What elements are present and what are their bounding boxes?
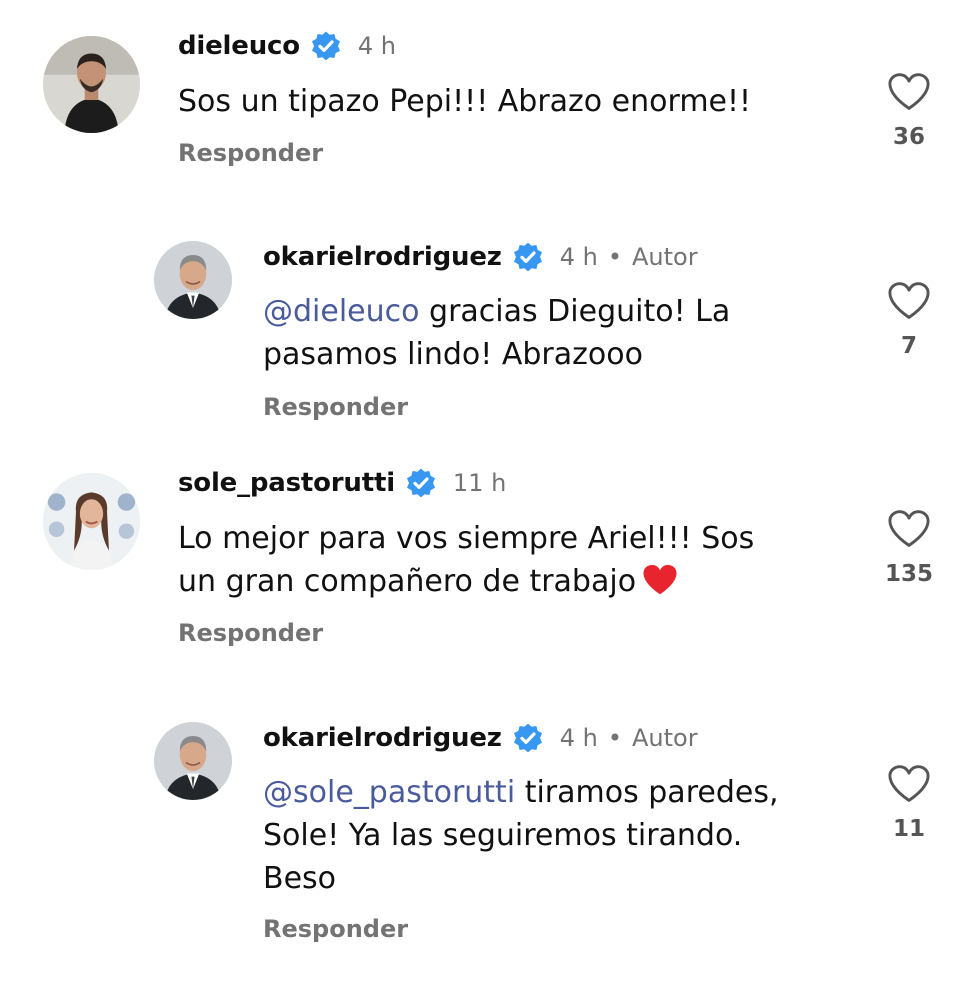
separator-dot: • — [607, 724, 622, 752]
like-group: 36 — [869, 72, 949, 150]
like-group: 7 — [869, 281, 949, 359]
woman-long-hair-avatar-icon — [43, 473, 140, 570]
comment-text-line: un gran compañero de trabajo — [178, 564, 637, 599]
verified-badge-icon — [512, 241, 544, 273]
reply-button[interactable]: Responder — [178, 619, 323, 647]
like-group: 11 — [869, 764, 949, 842]
mention-link[interactable]: @dieleuco — [263, 294, 420, 329]
author-label: Autor — [631, 724, 698, 752]
author-label: Autor — [631, 243, 698, 271]
comment-text-line: pasamos lindo! Abrazooo — [263, 337, 643, 372]
like-group: 135 — [869, 509, 949, 587]
comment-text: Lo mejor para vos siempre Ariel!!! Sos u… — [178, 517, 754, 603]
comment-text-line: tiramos paredes, — [515, 775, 779, 810]
comment-text-line: Beso — [263, 861, 337, 896]
reply-button[interactable]: Responder — [263, 915, 408, 943]
avatar[interactable] — [154, 241, 232, 319]
timestamp: 11 h — [452, 469, 507, 497]
verified-badge-icon — [512, 722, 544, 754]
timestamp: 4 h — [559, 243, 598, 271]
comment-text-line: gracias Dieguito! La — [419, 294, 731, 329]
comment-text: @dieleuco gracias Dieguito! La pasamos l… — [263, 290, 730, 376]
man-dark-shirt-avatar-icon — [43, 36, 140, 133]
like-count: 7 — [900, 333, 917, 359]
username[interactable]: sole_pastorutti — [178, 468, 395, 498]
comment-text-line: Sos un tipazo Pepi!!! Abrazo enorme!! — [178, 84, 752, 119]
heart-outline-icon[interactable] — [887, 72, 931, 112]
avatar[interactable] — [43, 36, 140, 133]
like-count: 11 — [892, 816, 925, 842]
like-count: 135 — [884, 561, 933, 587]
separator-dot: • — [607, 243, 622, 271]
avatar[interactable] — [43, 473, 140, 570]
man-suit-avatar-icon — [154, 241, 232, 319]
verified-badge-icon — [310, 30, 342, 62]
username[interactable]: dieleuco — [178, 31, 300, 61]
comment-text: Sos un tipazo Pepi!!! Abrazo enorme!! — [178, 80, 751, 123]
heart-outline-icon[interactable] — [887, 509, 931, 549]
timestamp: 4 h — [357, 32, 396, 60]
comment-text-line: Sole! Ya las seguiremos tirando. — [263, 818, 743, 853]
like-count: 36 — [892, 124, 925, 150]
comment-text-line: Lo mejor para vos siempre Ariel!!! Sos — [178, 521, 755, 556]
red-heart-emoji-icon — [642, 563, 678, 597]
heart-outline-icon[interactable] — [887, 281, 931, 321]
reply-button[interactable]: Responder — [178, 139, 323, 167]
reply-button[interactable]: Responder — [263, 393, 408, 421]
heart-outline-icon[interactable] — [887, 764, 931, 804]
comment-text: @sole_pastorutti tiramos paredes, Sole! … — [263, 771, 779, 900]
username[interactable]: okarielrodriguez — [263, 723, 502, 753]
timestamp: 4 h — [559, 724, 598, 752]
man-suit-avatar-icon — [154, 722, 232, 800]
mention-link[interactable]: @sole_pastorutti — [263, 775, 515, 810]
verified-badge-icon — [405, 467, 437, 499]
username[interactable]: okarielrodriguez — [263, 242, 502, 272]
avatar[interactable] — [154, 722, 232, 800]
